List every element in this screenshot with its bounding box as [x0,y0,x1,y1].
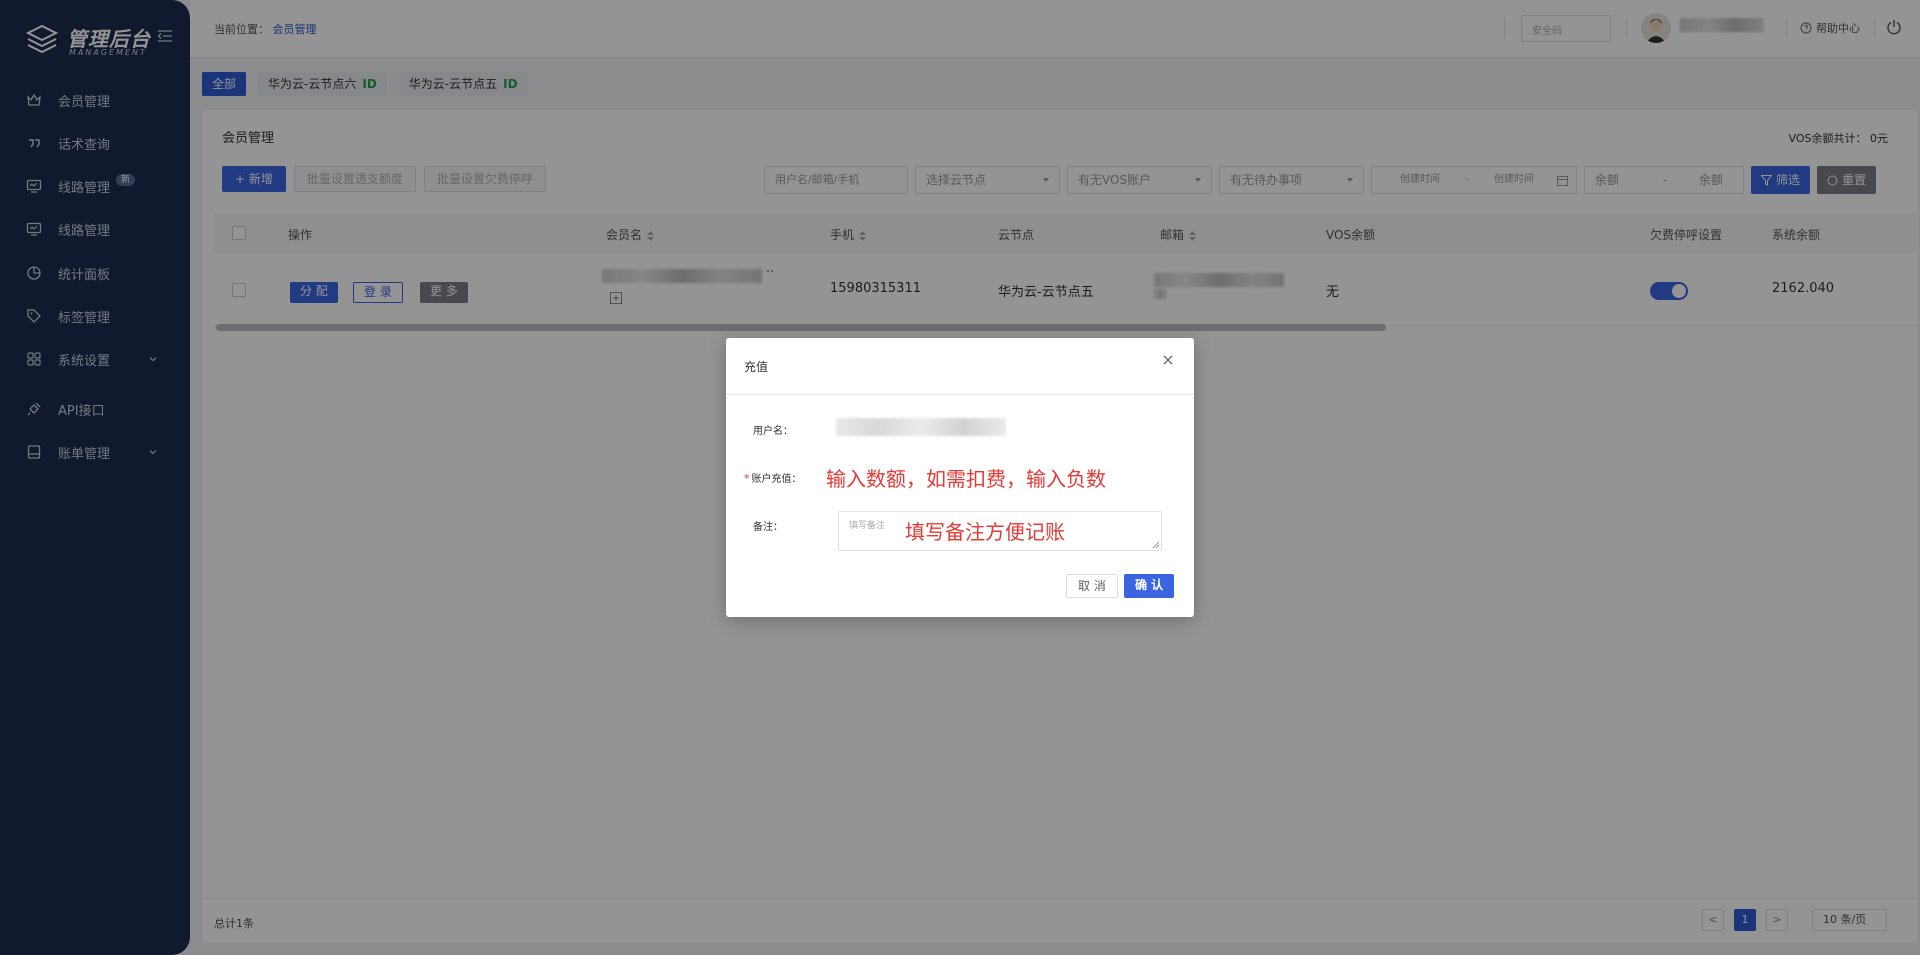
amount-label-wrap: * 账户充值： [744,470,802,485]
dialog-divider [726,394,1194,395]
recharge-amount-input[interactable] [826,463,1166,491]
amount-label: 账户充值： [751,474,802,485]
resize-grip-icon[interactable] [1152,541,1160,549]
note-label: 备注： [753,522,783,533]
required-mark: * [744,472,750,485]
close-icon[interactable] [1162,354,1174,366]
username-label: 用户名： [753,426,793,437]
note-textarea[interactable]: 填写备注 填写备注方便记账 [838,511,1162,551]
recharge-dialog: 充值 用户名： *账户充值： 备注： 填写备注 填写备注方便记账 取 消 确 认 [726,338,1194,617]
cancel-button[interactable]: 取 消 [1066,574,1118,598]
note-annotation: 填写备注方便记账 [905,520,1065,544]
username-value-blurred [836,418,1006,436]
dialog-title: 充值 [744,360,769,374]
confirm-button[interactable]: 确 认 [1124,574,1175,598]
note-placeholder: 填写备注 [849,521,886,531]
